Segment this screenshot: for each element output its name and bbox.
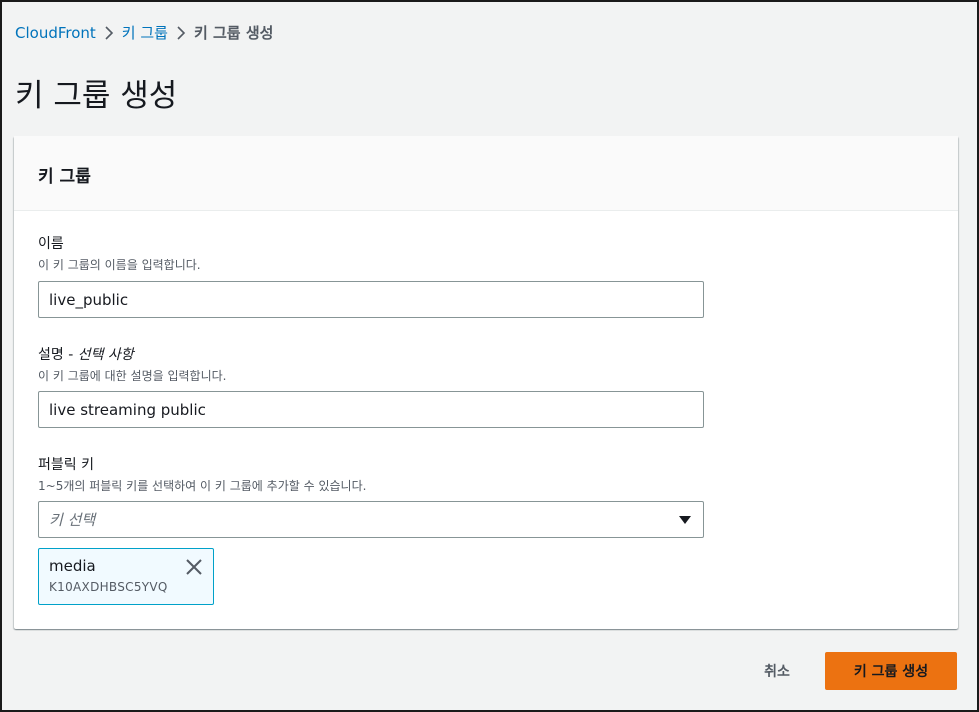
description-label: 설명 - 선택 사항 [38,344,227,364]
chevron-right-icon [168,25,194,40]
name-description: 이 키 그룹의 이름을 입력합니다. [38,258,201,272]
panel-header: 키 그룹 [14,136,958,211]
name-field: 이름 이 키 그룹의 이름을 입력합니다. [38,233,201,273]
breadcrumb-key-groups[interactable]: 키 그룹 [122,22,168,43]
breadcrumb-current: 키 그룹 생성 [193,24,274,42]
description-label-text: 설명 - [38,347,78,363]
name-input[interactable]: live_public [38,281,704,318]
page-title: 키 그룹 생성 [15,78,178,114]
description-field: 설명 - 선택 사항 이 키 그룹에 대한 설명을 입력합니다. [38,344,227,384]
public-key-description: 1~5개의 퍼블릭 키를 선택하여 이 키 그룹에 추가할 수 있습니다. [38,479,367,493]
key-group-panel: 키 그룹 이름 이 키 그룹의 이름을 입력합니다. live_public 설… [14,136,958,629]
name-label: 이름 [38,236,64,252]
optional-label: 선택 사항 [77,347,134,363]
key-select-placeholder: 키 선택 [49,511,96,529]
panel-title: 키 그룹 [38,167,91,187]
description-input-value: live streaming public [49,400,206,419]
close-icon[interactable] [185,558,203,576]
public-key-field: 퍼블릭 키 1~5개의 퍼블릭 키를 선택하여 이 키 그룹에 추가할 수 있습… [38,454,366,494]
token-key-id: K10AXDHBSC5YVQ [49,580,168,594]
key-select-dropdown[interactable]: 키 선택 [38,501,704,538]
name-input-value: live_public [49,290,129,309]
token-key-name: media [49,557,96,575]
description-input[interactable]: live streaming public [38,391,704,428]
description-description: 이 키 그룹에 대한 설명을 입력합니다. [38,369,227,383]
create-key-group-button[interactable]: 키 그룹 생성 [825,652,957,690]
breadcrumb: CloudFront 키 그룹 키 그룹 생성 [15,22,273,43]
caret-down-icon [679,516,691,524]
public-key-label: 퍼블릭 키 [38,457,94,473]
cancel-button[interactable]: 취소 [749,652,805,690]
breadcrumb-cloudfront[interactable]: CloudFront [15,24,96,42]
chevron-right-icon [96,25,122,40]
selected-key-token: media K10AXDHBSC5YVQ [38,548,214,605]
